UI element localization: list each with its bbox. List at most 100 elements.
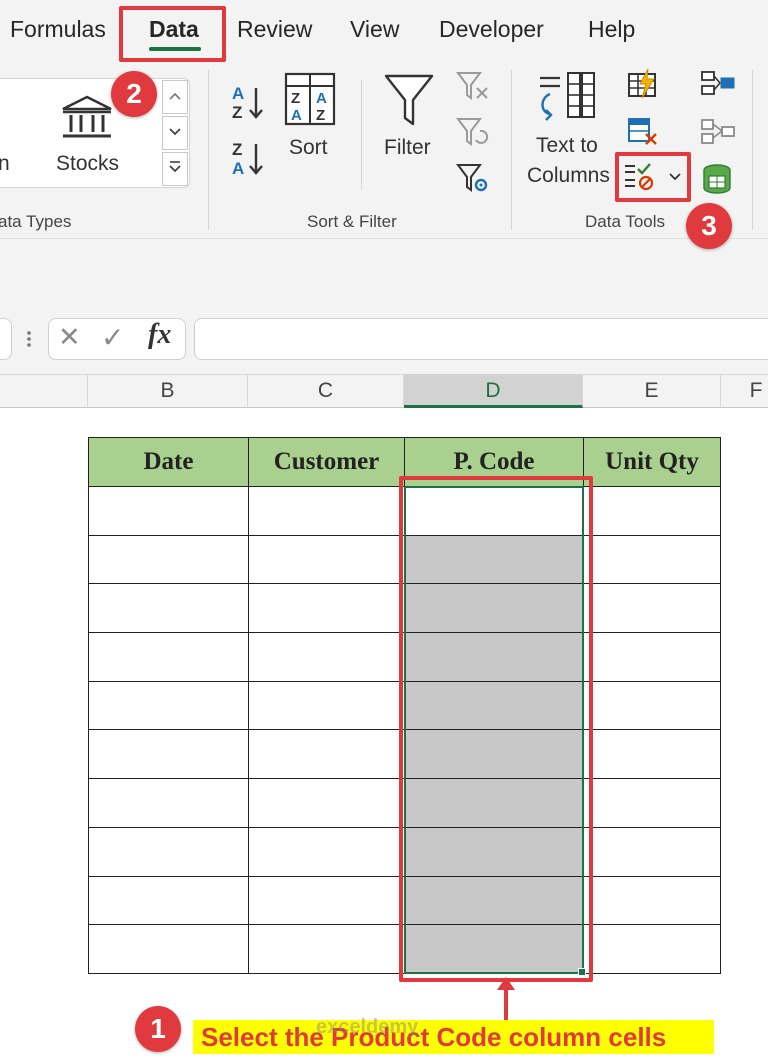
filter-icon[interactable] — [383, 72, 435, 128]
stocks-icon[interactable] — [60, 94, 114, 142]
sort-z-to-a-icon[interactable]: Z A — [228, 138, 266, 180]
tab-data[interactable]: Data — [149, 16, 199, 43]
sort-icon[interactable]: Z A A Z — [284, 72, 336, 126]
product-code-cell[interactable] — [404, 583, 584, 634]
consolidate-icon[interactable] — [700, 68, 736, 98]
customer-cell[interactable] — [248, 875, 405, 926]
date-cell[interactable] — [88, 632, 249, 682]
customer-cell[interactable] — [248, 729, 405, 780]
customer-cell[interactable] — [248, 534, 405, 585]
header-product-code[interactable]: P. Code — [404, 437, 584, 487]
step-badge-3: 3 — [686, 203, 732, 249]
unit-qty-cell[interactable] — [583, 875, 721, 926]
column-header-a[interactable] — [0, 374, 88, 408]
formula-bar-grip-icon[interactable] — [24, 328, 34, 350]
text-to-columns-label-line2[interactable]: Columns — [527, 164, 610, 188]
gallery-expand[interactable] — [162, 152, 188, 186]
date-cell[interactable] — [88, 486, 249, 536]
table-row — [88, 632, 721, 682]
product-code-cell[interactable] — [404, 924, 584, 974]
data-validation-icon[interactable] — [622, 160, 662, 192]
unit-qty-cell[interactable] — [583, 680, 721, 731]
date-cell[interactable] — [88, 680, 249, 731]
insert-function-button[interactable]: fx — [148, 319, 171, 351]
column-header-c[interactable]: C — [248, 374, 404, 408]
unit-qty-cell[interactable] — [583, 534, 721, 585]
header-customer[interactable]: Customer — [248, 437, 405, 487]
product-code-cell[interactable] — [404, 632, 584, 682]
cancel-entry-button[interactable]: ✕ — [58, 322, 81, 353]
product-code-cell[interactable] — [404, 778, 584, 828]
product-code-cell[interactable] — [404, 534, 584, 585]
confirm-entry-button[interactable]: ✓ — [101, 321, 124, 354]
tab-developer[interactable]: Developer — [439, 16, 544, 43]
tab-review[interactable]: Review — [237, 16, 312, 43]
exceldemy-watermark: exceldemy — [316, 1016, 419, 1038]
unit-qty-cell[interactable] — [583, 778, 721, 828]
svg-text:Z: Z — [232, 140, 242, 159]
flash-fill-icon[interactable] — [626, 68, 660, 100]
svg-text:A: A — [232, 84, 244, 103]
date-cell[interactable] — [88, 826, 249, 877]
date-cell[interactable] — [88, 778, 249, 828]
unit-qty-cell[interactable] — [583, 486, 721, 536]
unit-qty-cell[interactable] — [583, 632, 721, 682]
remove-duplicates-icon[interactable] — [626, 116, 660, 148]
customer-cell[interactable] — [248, 680, 405, 731]
unit-qty-cell[interactable] — [583, 924, 721, 974]
customer-cell[interactable] — [248, 486, 405, 536]
stocks-label[interactable]: Stocks — [56, 152, 119, 176]
table-body — [88, 486, 721, 974]
product-code-cell[interactable] — [404, 486, 584, 536]
tab-help[interactable]: Help — [588, 16, 635, 43]
name-box[interactable] — [0, 318, 12, 360]
chevron-down-icon[interactable] — [668, 172, 682, 182]
unit-qty-cell[interactable] — [583, 729, 721, 780]
svg-text:A: A — [316, 90, 327, 107]
date-cell[interactable] — [88, 924, 249, 974]
customer-cell[interactable] — [248, 924, 405, 974]
column-header-d[interactable]: D — [404, 374, 583, 408]
date-cell[interactable] — [88, 729, 249, 780]
relationships-icon[interactable] — [700, 116, 736, 146]
text-to-columns-label-line1[interactable]: Text to — [536, 134, 598, 158]
product-code-cell[interactable] — [404, 729, 584, 780]
gallery-scroll-down[interactable] — [162, 116, 188, 150]
data-model-icon[interactable] — [700, 162, 734, 196]
formula-input[interactable] — [194, 318, 768, 360]
svg-text:Z: Z — [232, 103, 242, 122]
customer-cell[interactable] — [248, 826, 405, 877]
tab-formulas[interactable]: Formulas — [10, 16, 106, 43]
column-header-f[interactable]: F — [721, 374, 768, 408]
customer-cell[interactable] — [248, 778, 405, 828]
reapply-filter-icon[interactable] — [456, 116, 490, 148]
text-to-columns-icon[interactable] — [536, 70, 598, 128]
sort-label[interactable]: Sort — [289, 136, 328, 160]
tab-view[interactable]: View — [350, 16, 399, 43]
gallery-scroll-up[interactable] — [162, 80, 188, 114]
advanced-filter-icon[interactable] — [456, 162, 490, 194]
sort-a-to-z-icon[interactable]: A Z — [228, 82, 266, 124]
product-code-cell[interactable] — [404, 875, 584, 926]
header-date[interactable]: Date — [88, 437, 249, 487]
product-code-cell[interactable] — [404, 680, 584, 731]
product-code-cell[interactable] — [404, 826, 584, 877]
clear-filter-icon[interactable] — [456, 70, 490, 102]
arrow-up-icon — [497, 977, 515, 1020]
filter-label[interactable]: Filter — [384, 136, 431, 160]
unit-qty-cell[interactable] — [583, 583, 721, 634]
customer-cell[interactable] — [248, 583, 405, 634]
date-cell[interactable] — [88, 583, 249, 634]
step-badge-2: 2 — [111, 71, 157, 117]
column-header-e[interactable]: E — [583, 374, 721, 408]
column-header-b[interactable]: B — [88, 374, 248, 408]
table-row — [88, 875, 721, 926]
svg-text:A: A — [232, 159, 244, 178]
customer-cell[interactable] — [248, 632, 405, 682]
header-unit-qty[interactable]: Unit Qty — [583, 437, 721, 487]
date-cell[interactable] — [88, 534, 249, 585]
table-row — [88, 924, 721, 974]
date-cell[interactable] — [88, 875, 249, 926]
unit-qty-cell[interactable] — [583, 826, 721, 877]
fill-handle[interactable] — [578, 968, 586, 976]
